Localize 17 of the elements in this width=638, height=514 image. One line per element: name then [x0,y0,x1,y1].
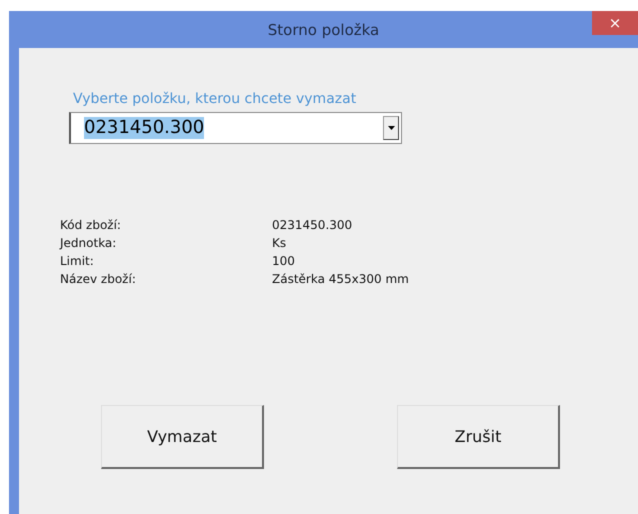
item-dropdown[interactable]: 0231450.300 [69,112,402,144]
field-label: Název zboží: [60,271,137,288]
dialog-button[interactable]: Vymazat [101,405,264,469]
field-label: Jednotka: [60,235,118,252]
field-value: 0231450.300 [272,217,354,234]
field-value: 100 [272,253,296,270]
field-value: Ks [272,235,288,252]
field-value: Zástěrka 455x300 mm [272,271,410,288]
dropdown-value: 0231450.300 [84,117,204,139]
dropdown-arrow-button[interactable] [383,116,399,140]
close-button[interactable]: × [592,11,638,35]
field-label: Limit: [60,253,95,270]
prompt-label: Vyberte položku, kterou chcete vymazat [73,91,358,107]
caret-icon [388,126,394,130]
window-title: Storno položka [268,20,380,38]
field-label: Kód zboží: [60,217,122,234]
dialog-button[interactable]: Zrušit [397,405,560,469]
